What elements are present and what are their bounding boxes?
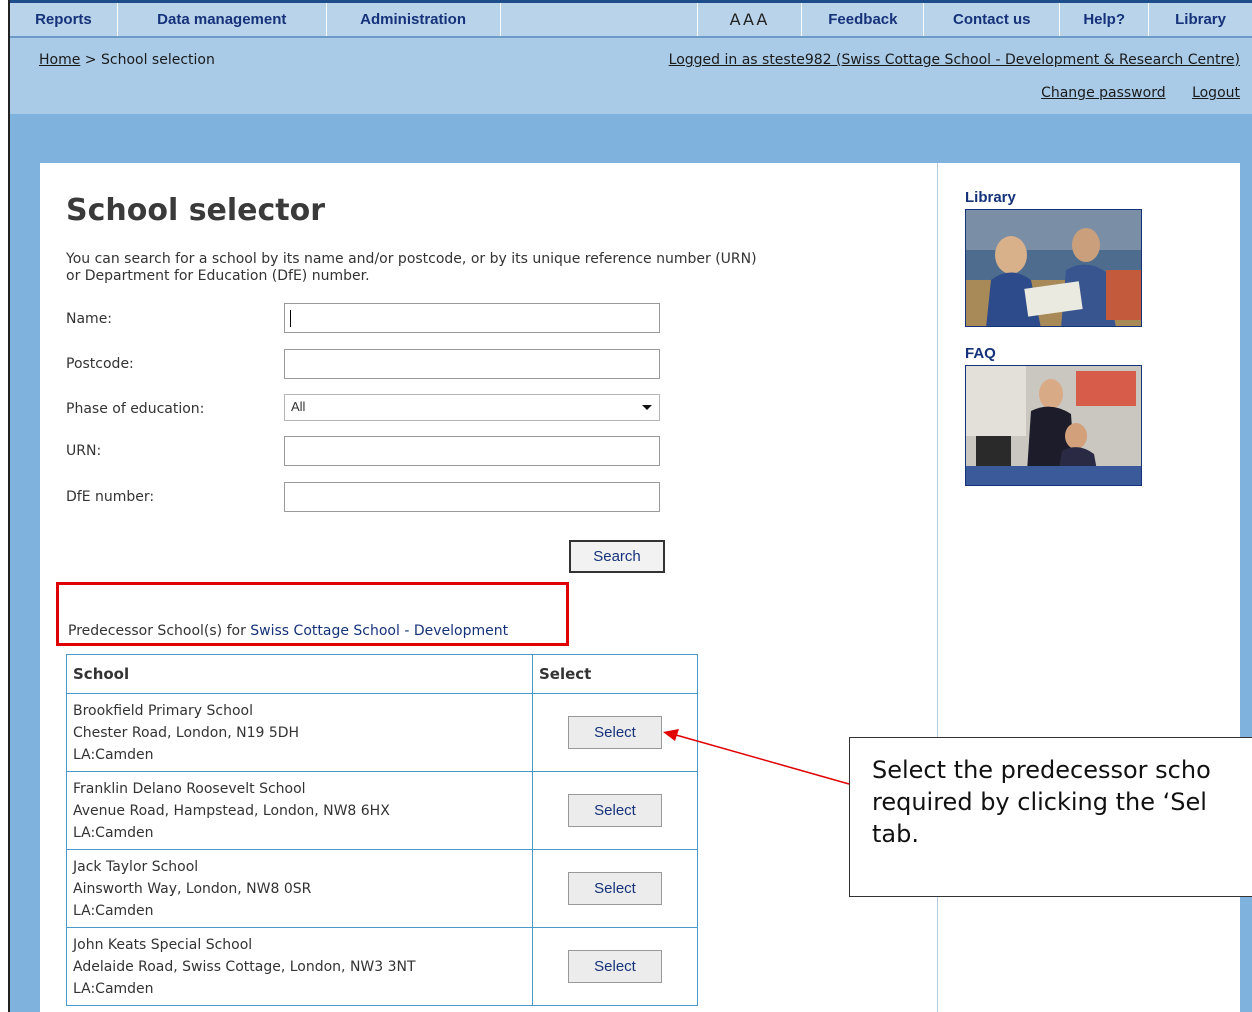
postcode-input[interactable] xyxy=(284,349,660,379)
predecessor-heading: Predecessor School(s) for Swiss Cottage … xyxy=(68,623,508,639)
nav-help[interactable]: Help? xyxy=(1060,3,1150,36)
select-cell: Select xyxy=(532,693,698,772)
select-button[interactable]: Select xyxy=(568,950,662,983)
school-name: Franklin Delano Roosevelt School xyxy=(73,780,306,797)
page-title: School selector xyxy=(66,193,326,228)
nav-library[interactable]: Library xyxy=(1149,3,1252,36)
intro-text: You can search for a school by its name … xyxy=(66,251,757,284)
school-name: Jack Taylor School xyxy=(73,858,199,875)
school-la: LA:Camden xyxy=(73,980,154,997)
table-header-row: School Select xyxy=(66,654,698,694)
school-address: Ainsworth Way, London, NW8 0SR xyxy=(73,880,312,897)
nav-administration[interactable]: Administration xyxy=(327,3,501,36)
callout-line: Select the predecessor scho xyxy=(872,756,1211,784)
logout-link[interactable]: Logout xyxy=(1192,85,1240,101)
window-edge xyxy=(0,0,10,1012)
annotation-callout: Select the predecessor scho required by … xyxy=(849,737,1252,897)
faq-photo-graphic xyxy=(966,366,1141,485)
nav-data-management[interactable]: Data management xyxy=(118,3,327,36)
phase-select[interactable]: All xyxy=(284,394,660,421)
school-cell: John Keats Special School Adelaide Road,… xyxy=(66,927,533,1006)
name-label: Name: xyxy=(66,311,113,327)
school-cell: Franklin Delano Roosevelt School Avenue … xyxy=(66,771,533,850)
school-la: LA:Camden xyxy=(73,824,154,841)
select-cell: Select xyxy=(532,849,698,928)
text-size-toggle[interactable]: AAA xyxy=(698,3,803,36)
table-row: Jack Taylor School Ainsworth Way, London… xyxy=(66,849,698,928)
sidebar-library-link[interactable]: Library xyxy=(965,189,1016,206)
table-row: Franklin Delano Roosevelt School Avenue … xyxy=(66,771,698,850)
select-button[interactable]: Select xyxy=(568,794,662,827)
callout-line: required by clicking the ‘Sel xyxy=(872,788,1207,816)
phase-select-value: All xyxy=(291,399,306,414)
library-photo-graphic xyxy=(966,210,1141,326)
nav-spacer xyxy=(501,3,698,36)
text-cursor xyxy=(290,310,291,327)
select-button[interactable]: Select xyxy=(568,716,662,749)
nav-reports[interactable]: Reports xyxy=(10,3,118,36)
logged-in-status[interactable]: Logged in as steste982 (Swiss Cottage Sc… xyxy=(669,52,1240,68)
urn-label: URN: xyxy=(66,443,102,459)
callout-line: tab. xyxy=(872,820,919,848)
dfe-input[interactable] xyxy=(284,482,660,512)
library-photo[interactable] xyxy=(965,209,1142,327)
school-la: LA:Camden xyxy=(73,746,154,763)
account-links: Change password Logout xyxy=(1019,85,1240,101)
search-button[interactable]: Search xyxy=(569,540,665,573)
phase-label: Phase of education: xyxy=(66,401,205,417)
faq-photo[interactable] xyxy=(965,365,1142,486)
change-password-link[interactable]: Change password xyxy=(1041,85,1166,101)
select-cell: Select xyxy=(532,927,698,1006)
name-input[interactable] xyxy=(284,303,660,333)
dfe-label: DfE number: xyxy=(66,489,155,505)
table-row: John Keats Special School Adelaide Road,… xyxy=(66,927,698,1006)
school-la: LA:Camden xyxy=(73,902,154,919)
school-name: Brookfield Primary School xyxy=(73,702,253,719)
school-cell: Brookfield Primary School Chester Road, … xyxy=(66,693,533,772)
breadcrumb-band: Home > School selection Logged in as ste… xyxy=(10,38,1252,114)
column-header-select: Select xyxy=(532,654,698,694)
school-address: Adelaide Road, Swiss Cottage, London, NW… xyxy=(73,958,416,975)
urn-input[interactable] xyxy=(284,436,660,466)
breadcrumb-current: School selection xyxy=(100,52,215,68)
sidebar-faq-link[interactable]: FAQ xyxy=(965,345,996,362)
postcode-label: Postcode: xyxy=(66,356,134,372)
main-content: School selector You can search for a sch… xyxy=(40,163,937,1012)
select-button[interactable]: Select xyxy=(568,872,662,905)
school-cell: Jack Taylor School Ainsworth Way, London… xyxy=(66,849,533,928)
school-name: John Keats Special School xyxy=(73,936,253,953)
breadcrumb-separator: > xyxy=(84,52,97,68)
dropdown-arrow-icon xyxy=(642,405,652,410)
breadcrumb: Home > School selection xyxy=(39,52,215,68)
top-nav: Reports Data management Administration A… xyxy=(10,0,1252,38)
table-row: Brookfield Primary School Chester Road, … xyxy=(66,693,698,772)
predecessor-prefix: Predecessor School(s) for xyxy=(68,623,246,639)
predecessor-table: School Select Brookfield Primary School … xyxy=(66,654,698,1006)
column-header-school: School xyxy=(66,654,533,694)
nav-contact-us[interactable]: Contact us xyxy=(924,3,1061,36)
predecessor-school-name: Swiss Cottage School - Development xyxy=(250,623,509,639)
school-address: Avenue Road, Hampstead, London, NW8 6HX xyxy=(73,802,390,819)
breadcrumb-home-link[interactable]: Home xyxy=(39,52,80,68)
school-address: Chester Road, London, N19 5DH xyxy=(73,724,300,741)
nav-feedback[interactable]: Feedback xyxy=(802,3,925,36)
select-cell: Select xyxy=(532,771,698,850)
